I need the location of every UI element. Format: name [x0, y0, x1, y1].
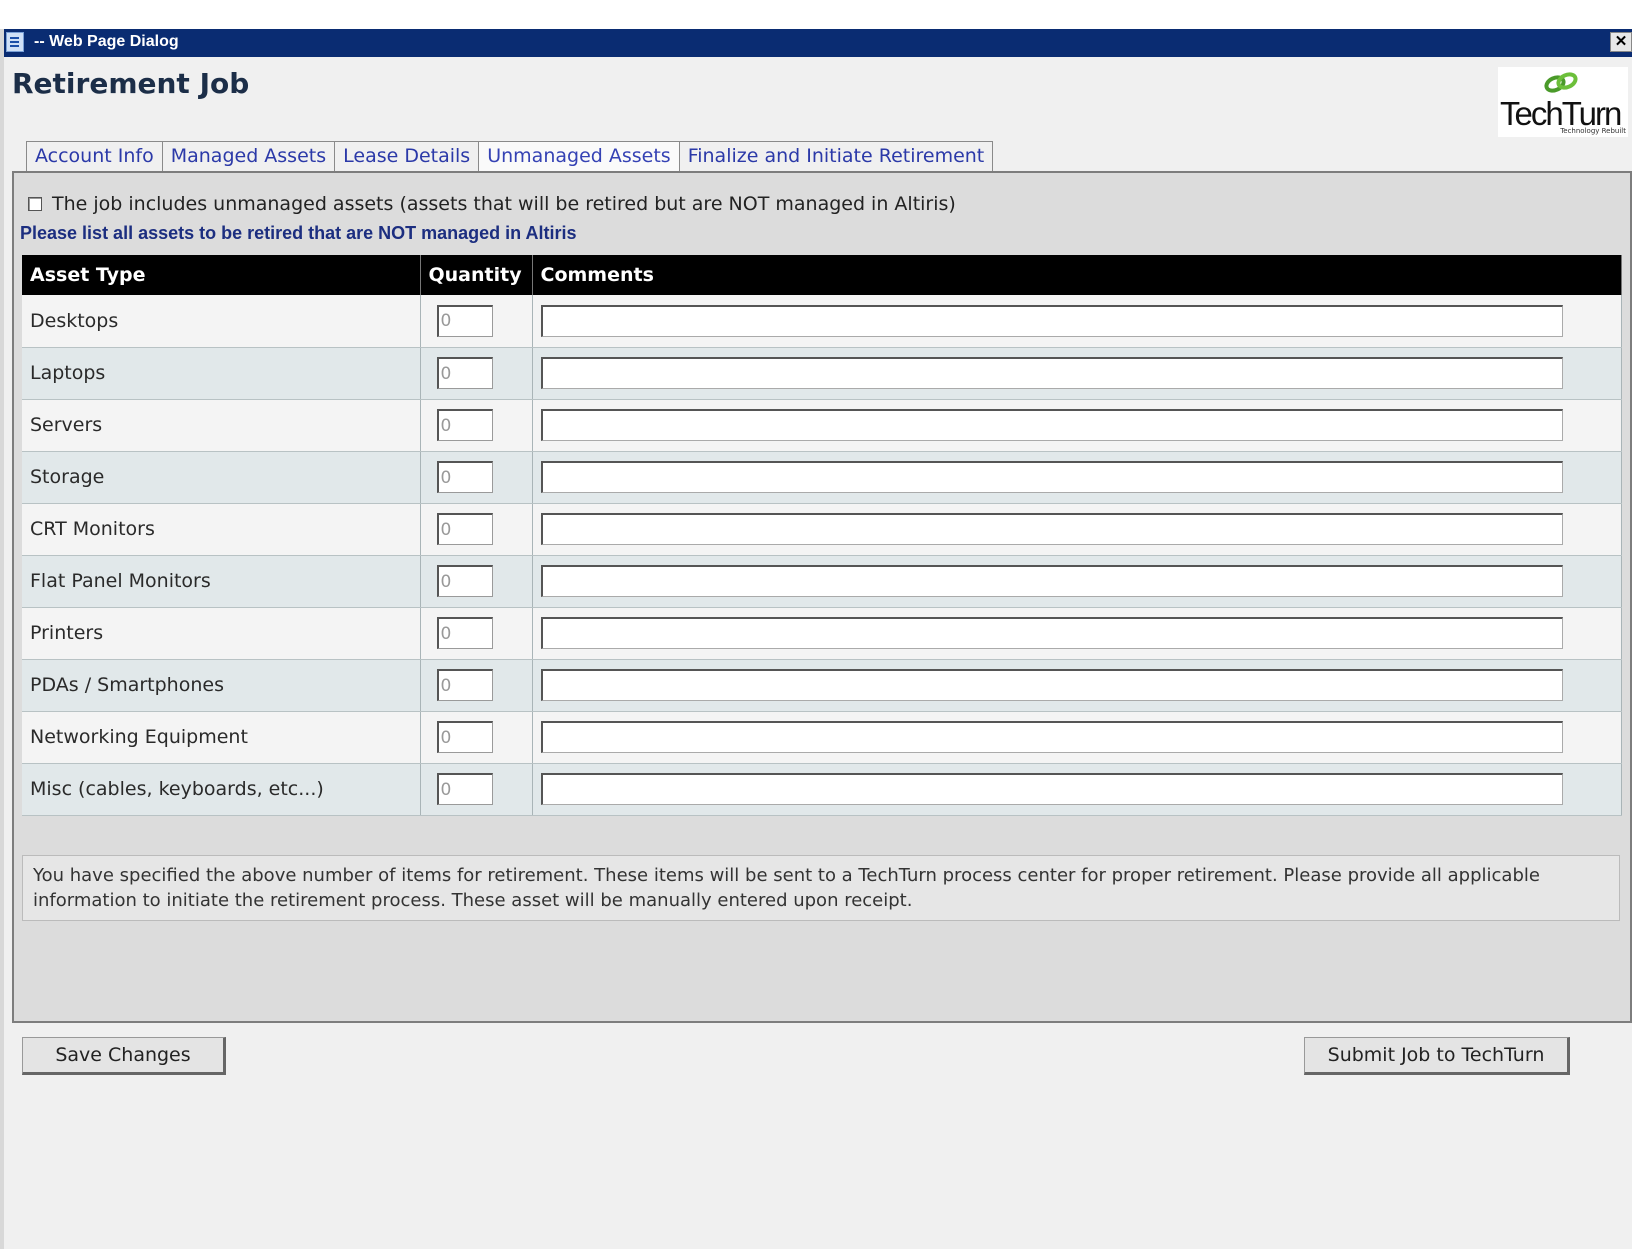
- include-unmanaged-label: The job includes unmanaged assets (asset…: [52, 193, 956, 215]
- comments-cell: [532, 295, 1622, 348]
- table-row: Flat Panel Monitors: [22, 555, 1622, 608]
- asset-type-cell: Printers: [22, 607, 421, 660]
- table-row: Storage: [22, 451, 1622, 504]
- table-row: CRT Monitors: [22, 503, 1622, 556]
- quantity-input[interactable]: [436, 461, 493, 493]
- comments-cell: [532, 607, 1622, 660]
- instruction-text: Please list all assets to be retired tha…: [20, 223, 577, 243]
- quantity-input[interactable]: [436, 513, 493, 545]
- asset-type-cell: Laptops: [22, 347, 421, 400]
- include-unmanaged-row: The job includes unmanaged assets (asset…: [28, 193, 956, 215]
- comments-input[interactable]: [540, 409, 1563, 441]
- techturn-logo: TechTurn Technology Rebuilt: [1498, 67, 1628, 137]
- title-bar: -- Web Page Dialog ✕: [4, 29, 1632, 57]
- comments-cell: [532, 711, 1622, 764]
- page-icon: [6, 32, 24, 52]
- table-row: Printers: [22, 607, 1622, 660]
- submit-job-button[interactable]: Submit Job to TechTurn: [1304, 1037, 1570, 1075]
- tab-lease-details[interactable]: Lease Details: [334, 141, 480, 171]
- tab-account-info[interactable]: Account Info: [26, 141, 163, 171]
- include-unmanaged-checkbox[interactable]: [28, 197, 42, 211]
- quantity-cell: [420, 295, 533, 348]
- quantity-cell: [420, 711, 533, 764]
- quantity-cell: [420, 659, 533, 712]
- comments-input[interactable]: [540, 565, 1563, 597]
- comments-input[interactable]: [540, 669, 1563, 701]
- table-header-row: Asset Type Quantity Comments: [22, 255, 1622, 295]
- table-row: Laptops: [22, 347, 1622, 400]
- comments-input[interactable]: [540, 721, 1563, 753]
- asset-type-cell: Networking Equipment: [22, 711, 421, 764]
- quantity-cell: [420, 451, 533, 504]
- unmanaged-assets-table: Asset Type Quantity Comments Desktops La…: [22, 255, 1622, 816]
- asset-type-cell: Misc (cables, keyboards, etc...): [22, 763, 421, 816]
- asset-type-cell: CRT Monitors: [22, 503, 421, 556]
- quantity-cell: [420, 503, 533, 556]
- table-row: Desktops: [22, 295, 1622, 348]
- comments-input[interactable]: [540, 357, 1563, 389]
- quantity-input[interactable]: [436, 773, 493, 805]
- tab-bar: Account Info Managed Assets Lease Detail…: [26, 141, 994, 172]
- asset-type-cell: Flat Panel Monitors: [22, 555, 421, 608]
- comments-cell: [532, 659, 1622, 712]
- comments-cell: [532, 451, 1622, 504]
- save-changes-button[interactable]: Save Changes: [22, 1037, 226, 1075]
- retirement-note: You have specified the above number of i…: [22, 855, 1620, 921]
- logo-tagline: Technology Rebuilt: [1560, 127, 1626, 135]
- close-icon[interactable]: ✕: [1610, 32, 1632, 52]
- quantity-cell: [420, 607, 533, 660]
- dialog-window: -- Web Page Dialog ✕ Retirement Job Tech…: [0, 29, 1632, 1249]
- quantity-cell: [420, 347, 533, 400]
- comments-cell: [532, 399, 1622, 452]
- quantity-input[interactable]: [436, 357, 493, 389]
- quantity-input[interactable]: [436, 617, 493, 649]
- table-row: Networking Equipment: [22, 711, 1622, 764]
- table-row: Misc (cables, keyboards, etc...): [22, 763, 1622, 816]
- table-row: Servers: [22, 399, 1622, 452]
- asset-type-cell: PDAs / Smartphones: [22, 659, 421, 712]
- page-title: Retirement Job: [12, 67, 250, 100]
- quantity-cell: [420, 763, 533, 816]
- window-title: -- Web Page Dialog: [34, 33, 179, 50]
- comments-cell: [532, 347, 1622, 400]
- column-header-asset-type: Asset Type: [22, 255, 421, 295]
- column-header-comments: Comments: [532, 255, 1622, 295]
- asset-type-cell: Desktops: [22, 295, 421, 348]
- comments-input[interactable]: [540, 773, 1563, 805]
- comments-cell: [532, 763, 1622, 816]
- comments-cell: [532, 503, 1622, 556]
- tab-managed-assets[interactable]: Managed Assets: [161, 141, 336, 171]
- table-row: PDAs / Smartphones: [22, 659, 1622, 712]
- column-header-quantity: Quantity: [420, 255, 533, 295]
- asset-type-cell: Storage: [22, 451, 421, 504]
- tab-panel: The job includes unmanaged assets (asset…: [12, 171, 1632, 1023]
- quantity-input[interactable]: [436, 304, 493, 337]
- tab-unmanaged-assets[interactable]: Unmanaged Assets: [478, 141, 680, 172]
- comments-cell: [532, 555, 1622, 608]
- comments-input[interactable]: [540, 513, 1563, 545]
- quantity-input[interactable]: [436, 409, 493, 441]
- asset-type-cell: Servers: [22, 399, 421, 452]
- tab-finalize-retirement[interactable]: Finalize and Initiate Retirement: [678, 141, 994, 171]
- quantity-input[interactable]: [436, 669, 493, 701]
- comments-input[interactable]: [540, 461, 1563, 493]
- quantity-input[interactable]: [436, 565, 493, 597]
- quantity-cell: [420, 399, 533, 452]
- comments-input[interactable]: [540, 304, 1563, 337]
- comments-input[interactable]: [540, 617, 1563, 649]
- quantity-input[interactable]: [436, 721, 493, 753]
- quantity-cell: [420, 555, 533, 608]
